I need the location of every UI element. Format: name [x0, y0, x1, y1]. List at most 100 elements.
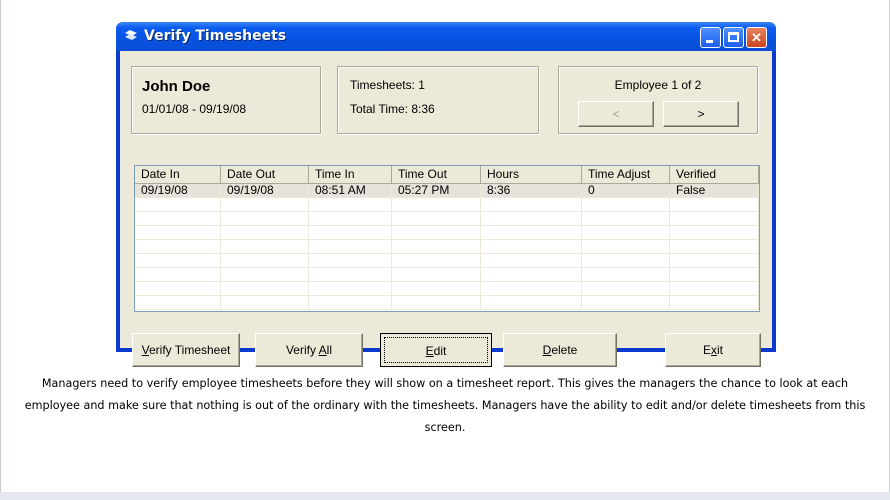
empty-cell — [481, 198, 582, 212]
exit-button[interactable]: Exit — [665, 333, 761, 367]
empty-cell — [670, 268, 759, 282]
empty-cell — [309, 226, 392, 240]
empty-cell — [392, 268, 481, 282]
empty-cell — [135, 254, 221, 268]
empty-cell — [221, 240, 309, 254]
empty-cell — [582, 296, 670, 310]
empty-cell — [135, 212, 221, 226]
exit-label-post: it — [717, 343, 723, 357]
empty-cell — [135, 296, 221, 310]
edit-button[interactable]: Edit — [380, 333, 492, 367]
empty-cell — [670, 240, 759, 254]
window-title: Verify Timesheets — [144, 28, 287, 44]
verify-all-label-pre: Verify — [285, 343, 319, 357]
timesheet-grid[interactable]: Date In Date Out Time In Time Out Hours … — [134, 165, 760, 312]
maximize-button[interactable] — [723, 27, 744, 48]
empty-cell — [221, 296, 309, 310]
empty-cell — [582, 198, 670, 212]
empty-cell — [481, 254, 582, 268]
empty-table-row — [135, 212, 759, 226]
empty-cell — [670, 198, 759, 212]
empty-cell — [582, 268, 670, 282]
window-client-area: John Doe 01/01/08 - 09/19/08 Timesheets:… — [120, 51, 772, 367]
next-employee-button[interactable]: > — [663, 101, 739, 127]
verify-all-button[interactable]: Verify All — [255, 333, 363, 367]
cell-verified: False — [670, 184, 759, 198]
column-header-time-adjust[interactable]: Time Adjust — [582, 166, 670, 183]
column-header-verified[interactable]: Verified — [670, 166, 759, 183]
empty-cell — [221, 198, 309, 212]
verify-timesheet-mnemonic: V — [141, 343, 149, 357]
employee-counter: Employee 1 of 2 — [614, 78, 702, 92]
empty-cell — [481, 268, 582, 282]
timesheet-summary-panel: Timesheets: 1 Total Time: 8:36 — [337, 66, 539, 134]
empty-cell — [309, 198, 392, 212]
app-logo-icon — [123, 28, 139, 44]
empty-table-row — [135, 240, 759, 254]
edit-focus-ring: Edit — [384, 337, 488, 363]
empty-table-row — [135, 296, 759, 310]
close-icon: ✕ — [751, 30, 762, 45]
empty-cell — [135, 240, 221, 254]
total-time: Total Time: 8:36 — [350, 102, 435, 116]
empty-cell — [670, 254, 759, 268]
verify-timesheets-window: Verify Timesheets ✕ John Doe 01/01/08 - … — [116, 22, 776, 367]
employee-date-range: 01/01/08 - 09/19/08 — [142, 102, 247, 116]
employee-info-panel: John Doe 01/01/08 - 09/19/08 — [131, 66, 321, 134]
column-header-date-out[interactable]: Date Out — [221, 166, 309, 183]
previous-employee-button[interactable]: < — [578, 101, 654, 127]
verify-timesheet-label: erify Timesheet — [148, 343, 231, 357]
empty-cell — [309, 268, 392, 282]
delete-label-post: elete — [551, 343, 578, 357]
empty-cell — [392, 198, 481, 212]
maximize-icon — [728, 32, 739, 42]
empty-cell — [582, 226, 670, 240]
empty-cell — [392, 226, 481, 240]
delete-mnemonic: D — [542, 343, 552, 357]
column-header-date-in[interactable]: Date In — [135, 166, 221, 183]
grid-header: Date In Date Out Time In Time Out Hours … — [135, 166, 759, 184]
close-button[interactable]: ✕ — [746, 27, 767, 48]
delete-button[interactable]: Delete — [503, 333, 617, 367]
column-header-time-out[interactable]: Time Out — [392, 166, 481, 183]
verify-timesheet-button[interactable]: Verify Timesheet — [132, 333, 240, 367]
empty-cell — [670, 212, 759, 226]
empty-cell — [481, 226, 582, 240]
employee-navigation-panel: Employee 1 of 2 < > — [558, 66, 758, 134]
cell-hours: 8:36 — [481, 184, 582, 198]
empty-cell — [309, 282, 392, 296]
minimize-button[interactable] — [700, 27, 721, 48]
table-row[interactable]: 09/19/08 09/19/08 08:51 AM 05:27 PM 8:36… — [135, 184, 759, 198]
empty-cell — [309, 296, 392, 310]
empty-cell — [221, 254, 309, 268]
empty-table-row — [135, 198, 759, 212]
column-header-hours[interactable]: Hours — [481, 166, 582, 183]
exit-label-pre: E — [702, 343, 711, 357]
empty-cell — [221, 226, 309, 240]
empty-cell — [221, 282, 309, 296]
empty-cell — [481, 282, 582, 296]
empty-cell — [392, 240, 481, 254]
empty-cell — [670, 282, 759, 296]
empty-cell — [481, 240, 582, 254]
empty-cell — [582, 240, 670, 254]
empty-cell — [392, 296, 481, 310]
empty-cell — [392, 254, 481, 268]
empty-cell — [135, 282, 221, 296]
description-text: Managers need to verify employee timeshe… — [24, 377, 866, 434]
empty-cell — [582, 282, 670, 296]
empty-cell — [670, 226, 759, 240]
empty-cell — [481, 296, 582, 310]
timesheet-count: Timesheets: 1 — [350, 78, 425, 92]
column-header-time-in[interactable]: Time In — [309, 166, 392, 183]
cell-date-out: 09/19/08 — [221, 184, 309, 198]
title-bar[interactable]: Verify Timesheets ✕ — [116, 22, 776, 51]
cell-time-out: 05:27 PM — [392, 184, 481, 198]
empty-cell — [309, 240, 392, 254]
empty-cell — [481, 212, 582, 226]
page-bottom-strip — [0, 492, 890, 500]
cell-time-adjust: 0 — [582, 184, 670, 198]
empty-table-row — [135, 268, 759, 282]
cell-time-in: 08:51 AM — [309, 184, 392, 198]
empty-cell — [582, 254, 670, 268]
